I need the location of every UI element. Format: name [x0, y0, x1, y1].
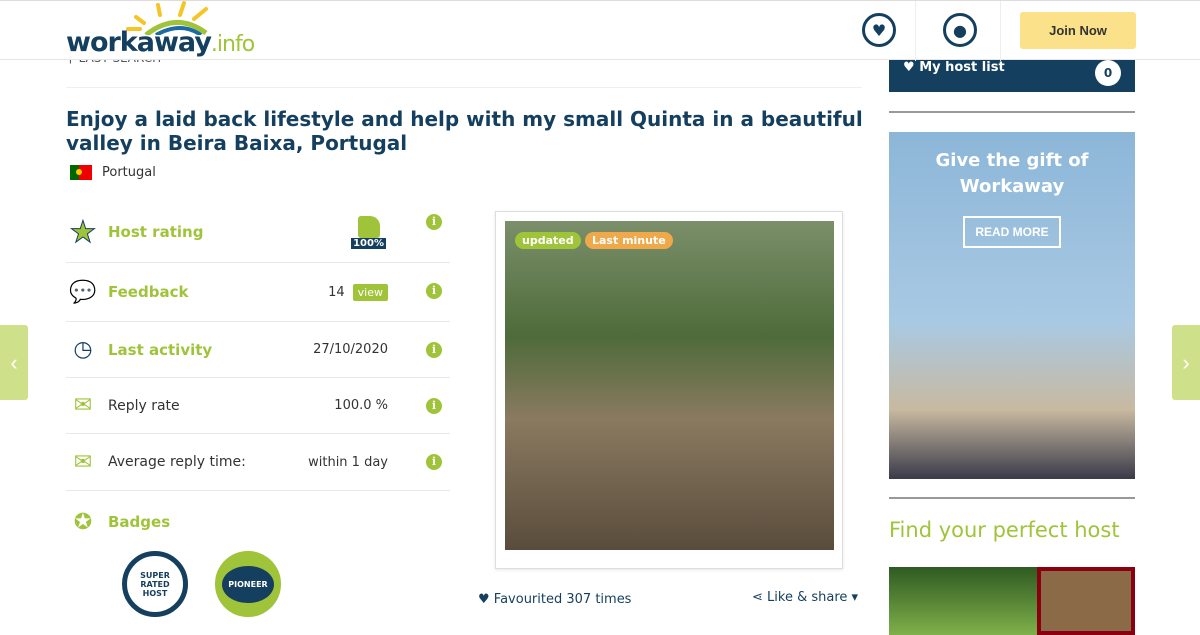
feedback-chat-icon: 💬	[69, 279, 97, 305]
portugal-flag-icon	[70, 165, 92, 180]
super-rated-host-badge: SUPER RATED HOST	[122, 551, 188, 617]
reply-rate-value: 100.0 %	[334, 398, 388, 413]
reply-time-value: within 1 day	[308, 454, 388, 470]
host-list-count: 0	[1095, 60, 1121, 86]
like-share-dropdown[interactable]: ⋖ Like & share ▾	[752, 590, 858, 605]
pioneer-badge: PIONEER	[215, 551, 281, 617]
workaway-logo[interactable]: workaway.info	[66, 1, 255, 59]
horses-image[interactable]	[889, 567, 1037, 635]
envelope-icon: ✉	[73, 393, 93, 418]
stat-label: Badges	[108, 513, 171, 531]
stat-feedback: 💬 Feedback 14 view i	[66, 263, 450, 322]
thumbs-up-icon: 100%	[351, 215, 386, 249]
account-user-icon[interactable]: ●	[943, 13, 977, 47]
stat-last-activity: ◷ Last activity 27/10/2020 i	[66, 322, 450, 378]
host-thumbnails	[889, 567, 1135, 635]
page-title: Enjoy a laid back lifestyle and help wit…	[66, 107, 863, 155]
divider	[889, 497, 1135, 499]
last-minute-tag: Last minute	[585, 232, 673, 249]
logo-suffix: .info	[210, 32, 255, 57]
stat-label: Host rating	[108, 223, 204, 241]
gift-title: Give the gift of Workaway	[935, 150, 1089, 197]
clock-icon: ◷	[73, 337, 93, 362]
badge-text: SUPER RATED HOST	[140, 570, 170, 598]
info-icon[interactable]: i	[426, 454, 442, 470]
host-photo[interactable]: updated Last minute	[495, 211, 843, 569]
view-feedback-button[interactable]: view	[352, 283, 388, 301]
stat-average-reply-time: ✉ Average reply time: within 1 day i	[66, 434, 450, 491]
heart-icon: ♥	[478, 592, 494, 607]
feedback-count: 14	[328, 284, 345, 300]
top-navbar: workaway.info ♥ ● Join Now	[0, 0, 1200, 61]
divider	[915, 1, 916, 61]
next-arrow-button[interactable]: ›	[1172, 325, 1200, 400]
previous-arrow-button[interactable]: ‹	[0, 325, 28, 400]
last-activity-value: 27/10/2020	[313, 342, 388, 357]
stat-reply-rate: ✉ Reply rate 100.0 % i	[66, 378, 450, 434]
host-photo-image	[505, 221, 834, 550]
envelope-clock-icon: ✉	[73, 449, 93, 475]
logo-text: workaway	[66, 27, 212, 58]
favourites-heart-icon[interactable]: ♥	[862, 13, 896, 47]
divider	[66, 87, 862, 88]
host-list-label: My host list	[919, 60, 1005, 75]
rating-value: 100%	[351, 237, 386, 249]
my-host-list-button[interactable]: ♥ My host list 0	[889, 55, 1135, 92]
favourited-text: Favourited 307 times	[493, 592, 632, 607]
info-icon[interactable]: i	[426, 342, 442, 358]
heart-icon: ♥	[903, 60, 920, 75]
read-more-button[interactable]: READ MORE	[963, 216, 1061, 248]
join-now-button[interactable]: Join Now	[1020, 12, 1136, 49]
firewood-image[interactable]	[1037, 567, 1135, 635]
stat-badges: ✪ Badges	[66, 505, 450, 539]
info-icon[interactable]: i	[426, 214, 442, 230]
info-icon[interactable]: i	[426, 283, 442, 299]
divider	[1000, 1, 1001, 61]
stat-label: Last activity	[108, 340, 213, 359]
favourited-count: ♥ Favourited 307 times	[478, 592, 631, 607]
caret-down-icon: ▾	[847, 590, 859, 605]
stat-label: Average reply time:	[108, 454, 246, 470]
info-icon[interactable]: i	[426, 398, 442, 414]
share-label: Like & share	[767, 590, 848, 605]
share-icon: ⋖	[752, 590, 768, 605]
badge-text: PIONEER	[222, 565, 274, 603]
stat-label: Feedback	[108, 283, 189, 301]
country-name: Portugal	[102, 165, 156, 180]
ribbon-badge-icon: ✪	[73, 509, 93, 535]
divider	[889, 111, 1135, 113]
country: Portugal	[70, 165, 156, 180]
stat-host-rating: ★ Host rating 100% i	[66, 202, 450, 263]
stat-label: Reply rate	[108, 397, 180, 414]
gift-banner[interactable]: Give the gift of Workaway READ MORE	[889, 132, 1135, 479]
updated-tag: updated	[515, 232, 581, 249]
star-icon: ★	[69, 214, 97, 250]
find-host-heading: Find your perfect host	[889, 518, 1120, 542]
